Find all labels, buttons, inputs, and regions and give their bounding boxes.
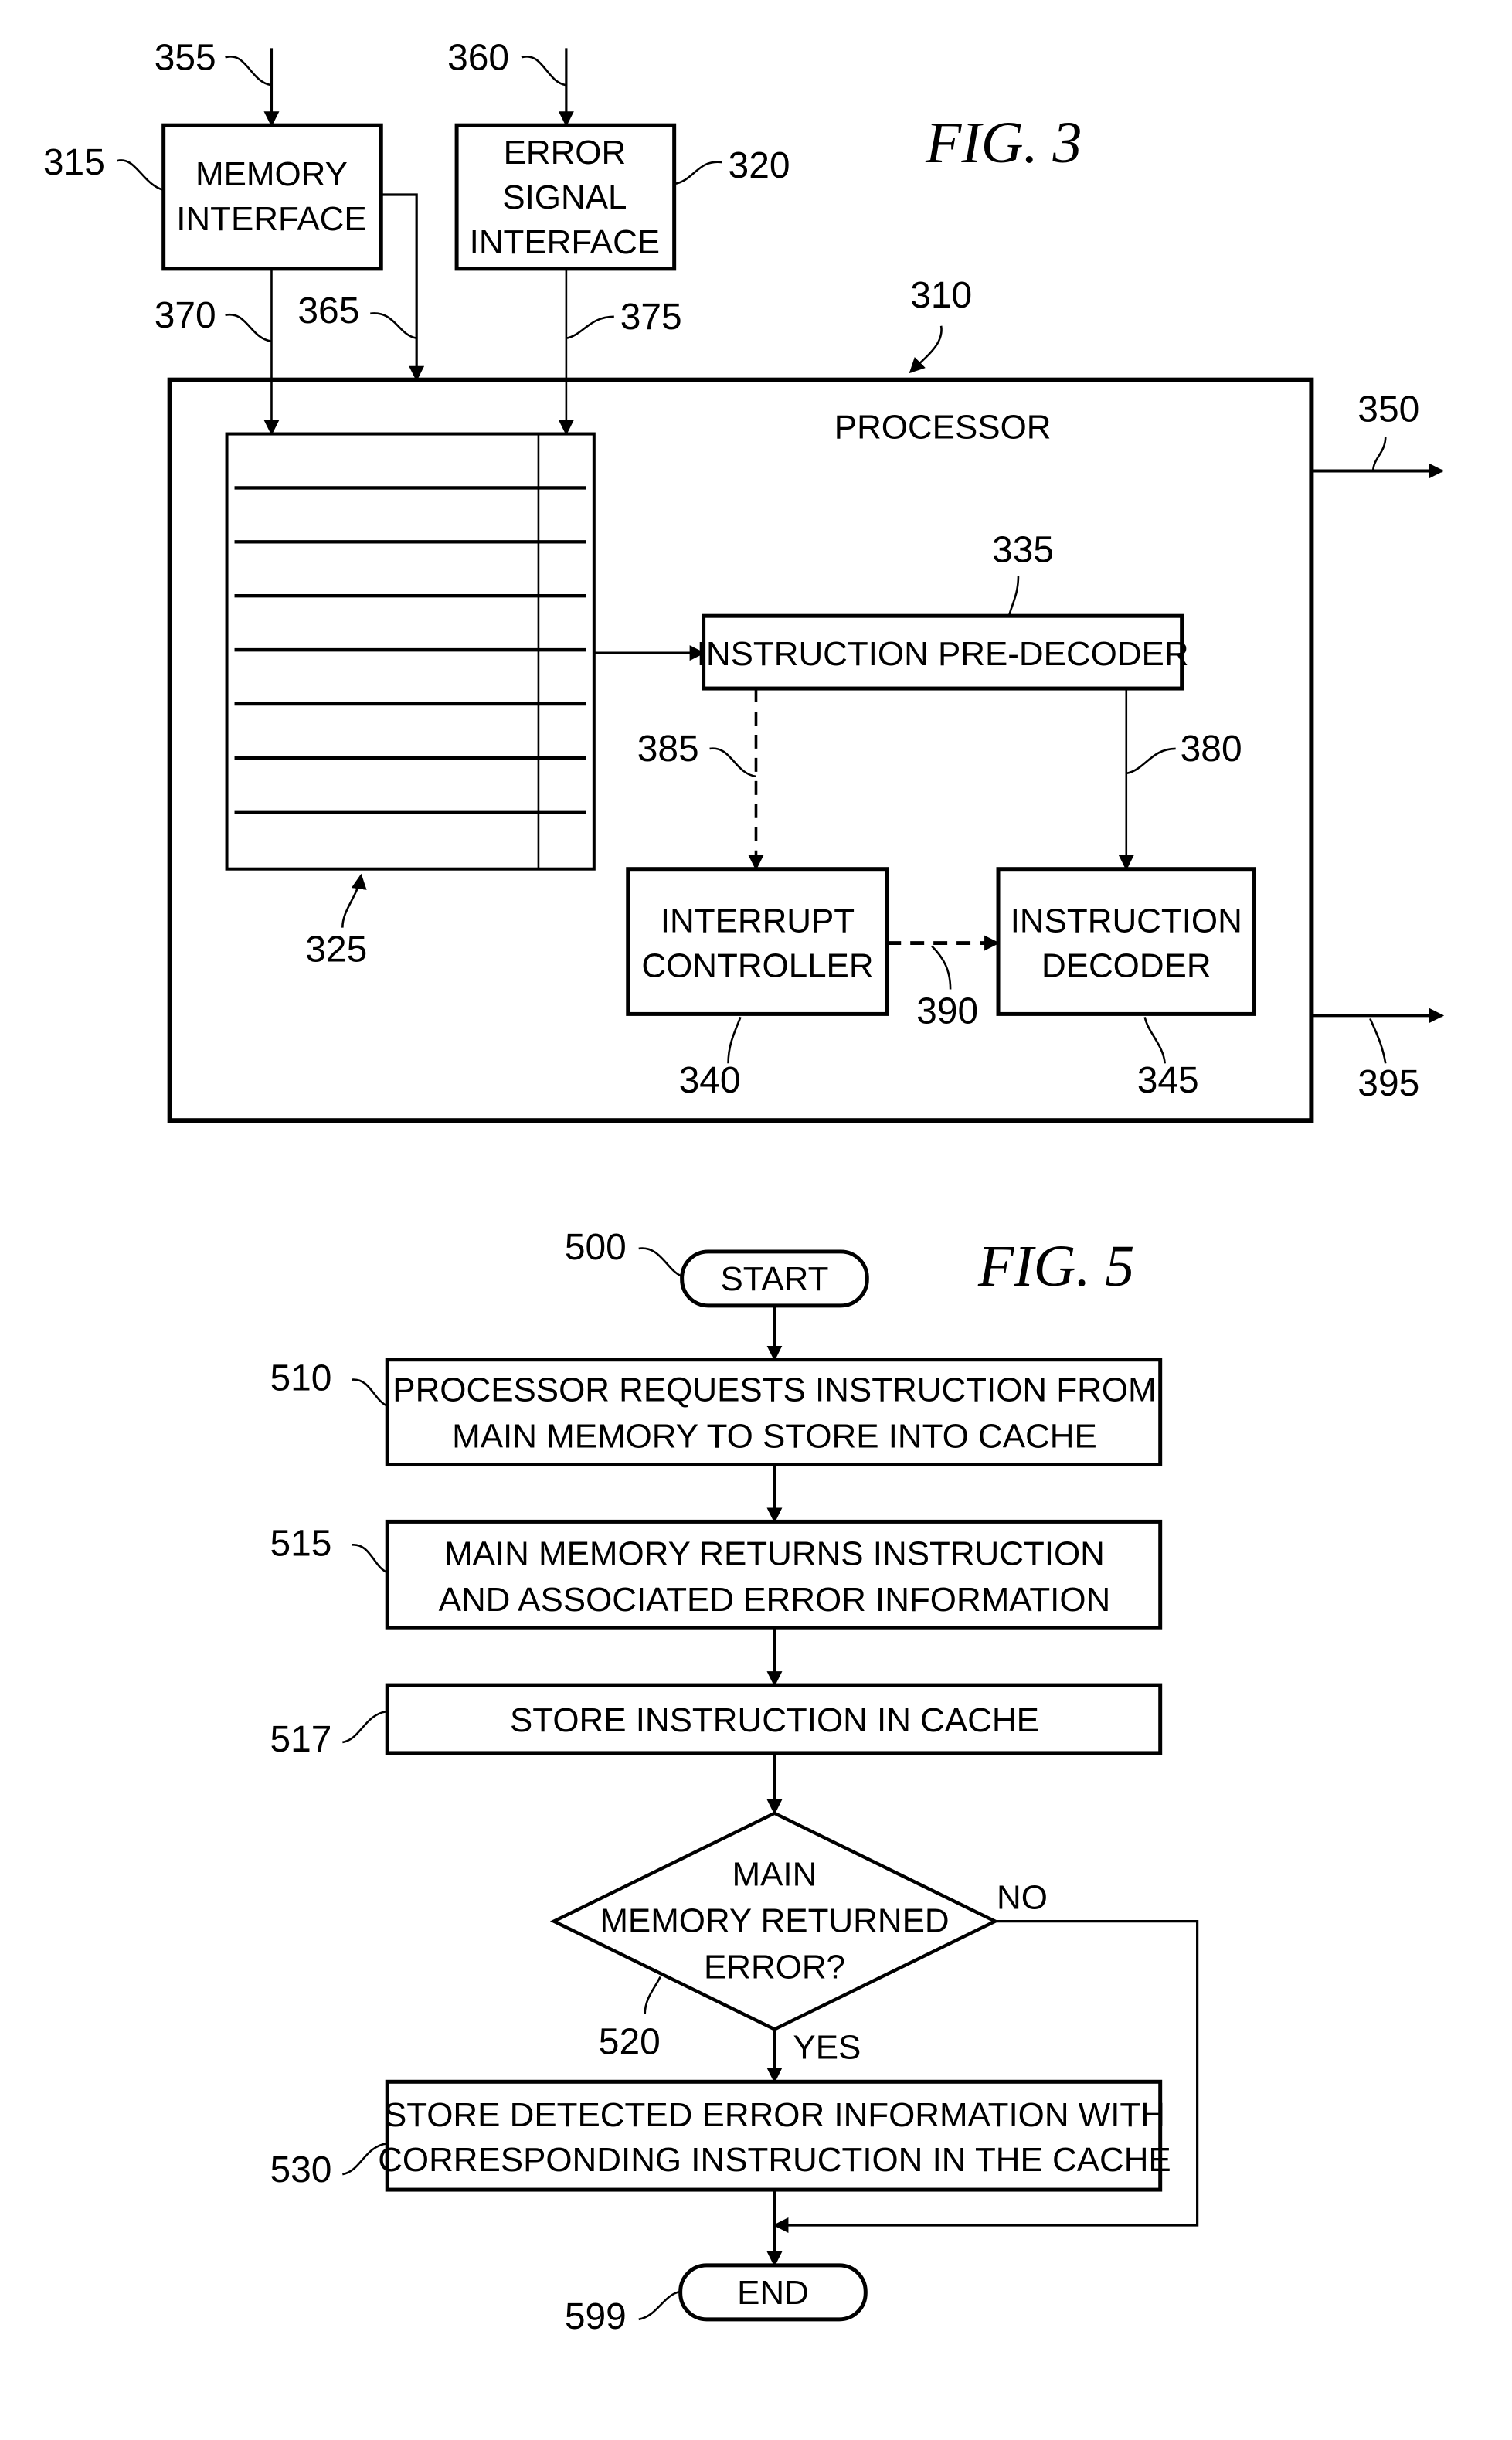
decision-line1: MAIN <box>732 1856 817 1894</box>
ref-385: 385 <box>637 729 699 770</box>
error-signal-line2: SIGNAL <box>502 178 627 216</box>
leader-375 <box>566 315 614 340</box>
ref-360: 360 <box>447 37 509 78</box>
ref-320: 320 <box>729 145 790 186</box>
ref-340: 340 <box>679 1060 741 1101</box>
leader-517 <box>342 1710 388 1744</box>
ref-500: 500 <box>565 1227 627 1268</box>
leader-500 <box>638 1247 683 1278</box>
leader-350 <box>1371 437 1387 471</box>
ref-345: 345 <box>1137 1060 1199 1101</box>
leader-365 <box>370 312 417 340</box>
end-label: END <box>737 2274 809 2312</box>
leader-355 <box>225 55 272 87</box>
ref-390: 390 <box>916 991 978 1031</box>
instruction-decoder-line2: DECODER <box>1041 946 1211 984</box>
ref-520: 520 <box>599 2021 661 2062</box>
step510-line1: PROCESSOR REQUESTS INSTRUCTION FROM <box>392 1371 1156 1409</box>
ref-515: 515 <box>270 1523 331 1564</box>
leader-599 <box>638 2290 681 2321</box>
ref-315: 315 <box>43 142 105 183</box>
leader-310 <box>909 325 943 374</box>
end-terminal: END <box>678 2263 868 2322</box>
instruction-pre-decoder-block: INSTRUCTION PRE-DECODER <box>697 613 1189 691</box>
fig3-title: FIG. 3 <box>925 110 1082 175</box>
leader-510 <box>352 1378 388 1407</box>
memory-interface-line1: MEMORY <box>195 155 348 193</box>
no-label: NO <box>997 1879 1048 1917</box>
decision-line2: MEMORY RETURNED <box>600 1902 949 1940</box>
step-515: MAIN MEMORY RETURNS INSTRUCTION AND ASSO… <box>385 1519 1163 1630</box>
step-517: STORE INSTRUCTION IN CACHE <box>385 1683 1163 1755</box>
ref-355: 355 <box>155 37 216 78</box>
error-signal-interface-block: ERROR SIGNAL INTERFACE <box>454 123 677 271</box>
step510-line2: MAIN MEMORY TO STORE INTO CACHE <box>452 1418 1097 1456</box>
ref-395: 395 <box>1357 1063 1419 1104</box>
start-terminal: START <box>680 1249 869 1308</box>
leader-360 <box>521 55 567 87</box>
instruction-decoder-line1: INSTRUCTION <box>1011 902 1242 940</box>
ref-335: 335 <box>992 529 1054 570</box>
start-label: START <box>721 1260 829 1298</box>
step515-line2: AND ASSOCIATED ERROR INFORMATION <box>439 1581 1111 1619</box>
step530-line1: STORE DETECTED ERROR INFORMATION WITH <box>384 2096 1165 2134</box>
interrupt-controller-line2: CONTROLLER <box>641 946 873 984</box>
leader-315 <box>117 159 165 192</box>
arrow-365 <box>381 193 425 382</box>
leader-395 <box>1369 1018 1387 1064</box>
ref-310: 310 <box>910 275 972 316</box>
ref-325: 325 <box>305 929 367 970</box>
decision-line3: ERROR? <box>704 1948 845 1986</box>
ref-510: 510 <box>270 1358 331 1399</box>
processor-label: PROCESSOR <box>834 409 1052 447</box>
step515-line1: MAIN MEMORY RETURNS INSTRUCTION <box>444 1534 1105 1572</box>
interrupt-controller-line1: INTERRUPT <box>661 902 855 940</box>
figure-3: FIG. 3 MEMORY INTERFACE 315 ERROR SIGNAL… <box>43 37 1445 1123</box>
ref-365: 365 <box>297 291 359 331</box>
error-signal-line3: INTERFACE <box>470 223 660 261</box>
pre-decoder-label: INSTRUCTION PRE-DECODER <box>697 635 1189 673</box>
ref-530: 530 <box>270 2149 331 2190</box>
yes-label: YES <box>793 2028 861 2066</box>
error-signal-line1: ERROR <box>504 134 627 172</box>
figure-5: FIG. 5 START 500 PROCESSOR REQUESTS INST… <box>270 1227 1199 2337</box>
step517-label: STORE INSTRUCTION IN CACHE <box>510 1701 1039 1739</box>
leader-515 <box>352 1544 388 1574</box>
memory-interface-block: MEMORY INTERFACE <box>161 123 383 271</box>
decision-520: MAIN MEMORY RETURNED ERROR? <box>549 1811 1000 2031</box>
leader-370 <box>225 313 272 343</box>
instruction-decoder-block: INSTRUCTION DECODER <box>996 867 1257 1016</box>
interrupt-controller-block: INTERRUPT CONTROLLER <box>626 867 889 1016</box>
ref-375: 375 <box>620 297 682 338</box>
fig5-title: FIG. 5 <box>977 1234 1134 1299</box>
ref-350: 350 <box>1357 389 1419 430</box>
patent-figures: FIG. 3 MEMORY INTERFACE 315 ERROR SIGNAL… <box>43 37 1445 2337</box>
cache-block <box>225 432 596 871</box>
ref-517: 517 <box>270 1719 331 1760</box>
ref-599: 599 <box>565 2296 627 2337</box>
step-530: STORE DETECTED ERROR INFORMATION WITH CO… <box>378 2079 1171 2192</box>
ref-380: 380 <box>1181 729 1242 770</box>
ref-370: 370 <box>155 295 216 336</box>
step-510: PROCESSOR REQUESTS INSTRUCTION FROM MAIN… <box>385 1358 1163 1467</box>
leader-520 <box>644 1976 661 2014</box>
leader-320 <box>674 161 722 185</box>
step530-line2: CORRESPONDING INSTRUCTION IN THE CACHE <box>378 2141 1171 2179</box>
memory-interface-line2: INTERFACE <box>176 200 366 238</box>
